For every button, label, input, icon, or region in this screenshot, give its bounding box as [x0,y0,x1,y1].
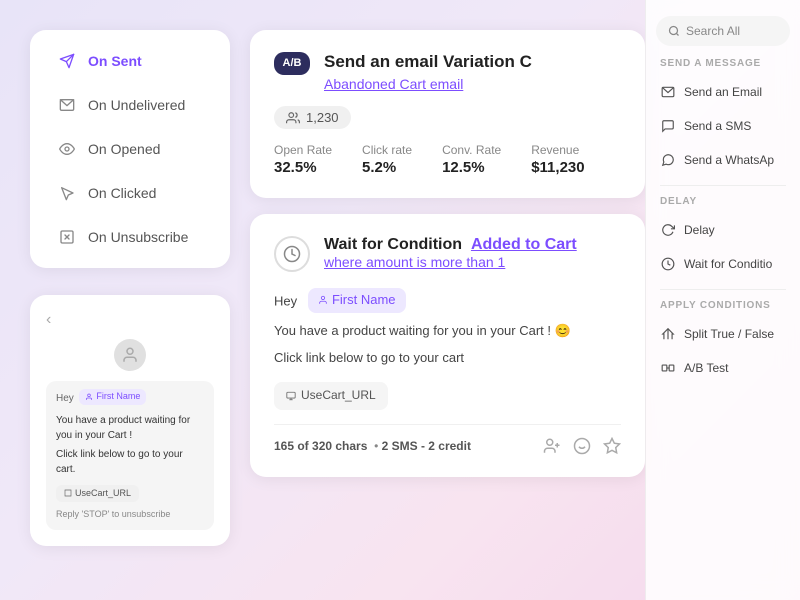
unsubscribe-icon [58,228,76,246]
panel-item-label: Wait for Conditio [684,257,772,271]
condition-title: Wait for Condition Added to Cart [324,236,577,254]
left-sidebar: On Sent On Undelivered On Opened On Clic… [30,30,230,268]
section-conditions: APPLY CONDITIONS [646,300,800,311]
panel-item-send-whatsapp[interactable]: Send a WhatsAp [646,143,800,177]
sms-preview-bubble: Hey First Name You have a product waitin… [46,381,214,530]
wait-condition-card: Wait for Condition Added to Cart where a… [250,214,645,477]
sidebar-item-label: On Opened [88,141,160,157]
email-icon [660,84,676,100]
sidebar-item-on-opened[interactable]: On Opened [38,128,222,170]
url-tag-large: UseCart_URL [274,382,388,409]
ai-icon[interactable] [603,437,621,455]
ab-test-icon [660,360,676,376]
main-content: A/B Send an email Variation C Abandoned … [250,30,645,477]
preview-reply: Reply 'STOP' to unsubscribe [56,508,204,522]
right-panel: Search All SEND A MESSAGE Send an Email … [645,0,800,600]
sidebar-item-on-unsubscribe[interactable]: On Unsubscribe [38,216,222,258]
panel-item-split[interactable]: Split True / False [646,317,800,351]
panel-item-delay[interactable]: Delay [646,213,800,247]
ab-badge: A/B [274,52,310,75]
search-bar[interactable]: Search All [656,16,790,46]
panel-item-wait-condition[interactable]: Wait for Conditio [646,247,800,281]
back-button[interactable]: ‹ [46,311,214,329]
panel-item-send-email[interactable]: Send an Email [646,75,800,109]
panel-item-label: Split True / False [684,327,774,341]
wait-clock-icon [660,256,676,272]
email-variation-card: A/B Send an email Variation C Abandoned … [250,30,645,198]
card-title: Send an email Variation C [324,52,532,72]
preview-url-tag: UseCart_URL [56,485,139,503]
condition-sub: where amount is more than 1 [324,254,577,270]
subscribers-count: 1,230 [306,110,339,125]
subscribers-badge: 1,230 [274,106,351,129]
stat-revenue: Revenue $11,230 [531,143,584,176]
send-icon [58,52,76,70]
sms-preview-card: ‹ Hey First Name You have a product wait… [30,295,230,546]
avatar [114,339,146,371]
section-send-message: SEND A MESSAGE [646,58,800,69]
undelivered-icon [58,96,76,114]
divider-1 [660,185,786,186]
panel-item-label: Send a WhatsAp [684,153,774,167]
sms-icon [660,118,676,134]
email-body2: Click link below to go to your cart [274,348,621,369]
panel-item-label: Send an Email [684,85,762,99]
search-icon [668,25,680,37]
delay-icon [660,222,676,238]
email-body: Hey First Name You have a product waitin… [274,288,621,410]
sidebar-item-label: On Sent [88,53,142,69]
email-body1: You have a product waiting for you in yo… [274,321,621,342]
sidebar-item-label: On Clicked [88,185,156,201]
panel-item-label: A/B Test [684,361,728,375]
panel-item-label: Delay [684,223,715,237]
card-subtitle[interactable]: Abandoned Cart email [324,76,532,92]
condition-link[interactable]: Added to Cart [471,236,577,253]
condition-header: Wait for Condition Added to Cart where a… [274,236,621,272]
sidebar-item-on-sent[interactable]: On Sent [38,40,222,82]
panel-item-send-sms[interactable]: Send a SMS [646,109,800,143]
stat-conv-rate: Conv. Rate 12.5% [442,143,501,176]
stat-open-rate: Open Rate 32.5% [274,143,332,176]
search-placeholder: Search All [686,24,740,38]
name-tag: First Name [79,389,146,405]
panel-item-ab-test[interactable]: A/B Test [646,351,800,385]
sidebar-item-on-undelivered[interactable]: On Undelivered [38,84,222,126]
add-person-icon[interactable] [543,437,561,455]
whatsapp-icon [660,152,676,168]
stats-row: Open Rate 32.5% Click rate 5.2% Conv. Ra… [274,143,621,176]
preview-body2: Click link below to go to your cart. [56,447,204,477]
preview-body1: You have a product waiting for you in yo… [56,413,204,443]
sidebar-item-label: On Unsubscribe [88,229,188,245]
emoji-icon[interactable] [573,437,591,455]
panel-item-label: Send a SMS [684,119,751,133]
cursor-icon [58,184,76,202]
card-header: A/B Send an email Variation C Abandoned … [274,52,621,92]
sidebar-item-label: On Undelivered [88,97,185,113]
section-delay: DELAY [646,196,800,207]
clock-icon [274,236,310,272]
footer-icons [543,437,621,455]
divider-2 [660,289,786,290]
stat-click-rate: Click rate 5.2% [362,143,412,176]
name-tag-large: First Name [308,288,406,313]
split-icon [660,326,676,342]
eye-icon [58,140,76,158]
footer-chars: 165 of 320 chars • 2 SMS - 2 credit [274,439,471,453]
card-footer: 165 of 320 chars • 2 SMS - 2 credit [274,424,621,455]
sidebar-item-on-clicked[interactable]: On Clicked [38,172,222,214]
